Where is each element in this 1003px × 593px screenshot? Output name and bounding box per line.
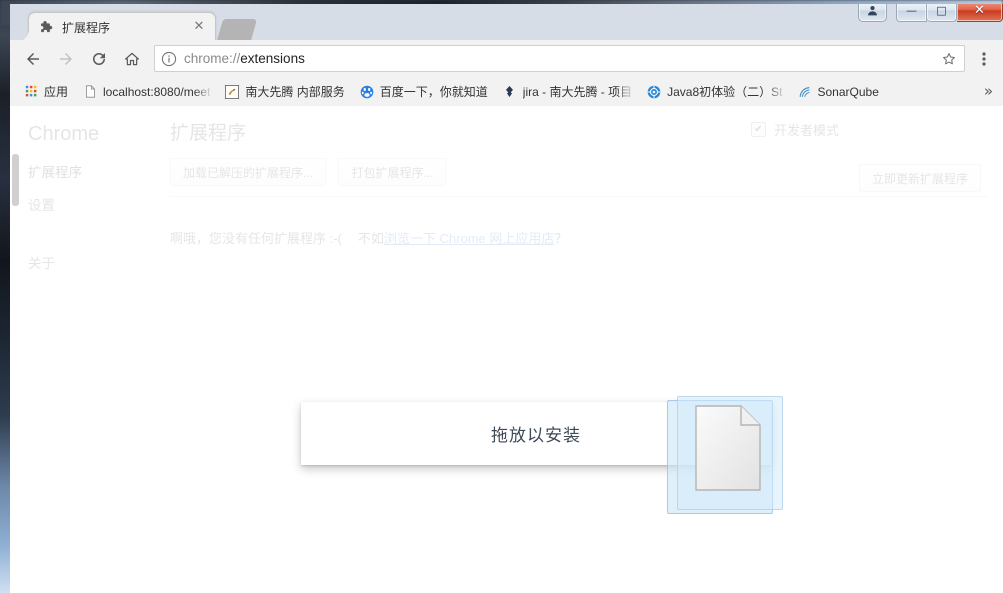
empty-state-suffix: ？: [554, 231, 568, 246]
bookmark-nandaxianteng[interactable]: 南大先腾 内部服务: [218, 81, 350, 103]
bookmark-localhost[interactable]: localhost:8080/meet: [76, 80, 217, 103]
window-caption-buttons: — □ ✕: [858, 4, 1003, 22]
user-account-button[interactable]: [858, 4, 887, 22]
bookmark-baidu[interactable]: 百度一下，你就知道: [353, 81, 494, 103]
forward-button[interactable]: [51, 44, 80, 73]
url-path: extensions: [240, 51, 305, 66]
close-icon[interactable]: ✕: [191, 19, 207, 36]
sidebar-item-extensions[interactable]: 扩展程序: [28, 161, 158, 181]
star-icon[interactable]: [940, 50, 958, 68]
tab-strip: 扩展程序 ✕ — □ ✕: [10, 4, 1003, 43]
bookmark-label: jira - 南大先腾 - 项目: [522, 85, 633, 99]
sonarqube-icon: [797, 84, 813, 100]
java-icon: [646, 84, 662, 100]
bookmarks-bar: 应用 localhost:8080/meet 南大先腾 内部服务 百度一下，你就…: [10, 77, 1003, 107]
empty-state-text: 啊哦，您没有任何扩展程序 :-(: [170, 231, 342, 246]
bookmark-jira[interactable]: jira - 南大先腾 - 项目: [496, 80, 639, 103]
document-file-icon: [695, 405, 761, 491]
drop-to-install-label: 拖放以安装: [491, 426, 581, 445]
maximize-button[interactable]: □: [927, 4, 957, 22]
close-window-button[interactable]: ✕: [957, 4, 1003, 22]
empty-state-prefix: 不如: [357, 231, 384, 246]
minimize-icon: —: [906, 4, 917, 17]
bookmark-label: 应用: [44, 85, 69, 99]
webstore-link[interactable]: 浏览一下 Chrome 网上应用店: [384, 231, 554, 246]
forward-arrow-icon: [59, 52, 72, 65]
extensions-sidebar: Chrome 扩展程序 设置 关于: [28, 120, 158, 272]
developer-mode-label: 开发者模式: [773, 123, 839, 138]
horse-icon: [224, 84, 240, 100]
close-window-icon: ✕: [974, 4, 985, 18]
sidebar-item-about[interactable]: 关于: [28, 252, 158, 272]
bookmark-apps[interactable]: 应用: [17, 81, 74, 103]
sidebar-item-settings[interactable]: 设置: [28, 194, 158, 214]
tab-title: 扩展程序: [62, 21, 111, 35]
three-dot-menu-icon: [982, 51, 986, 66]
minimize-button[interactable]: —: [896, 4, 927, 22]
back-button[interactable]: [18, 44, 47, 73]
bookmark-sonarqube[interactable]: SonarQube: [791, 81, 885, 103]
bookmark-label: Java8初体验（二）St: [667, 85, 783, 99]
extensions-page: Chrome 扩展程序 设置 关于 扩展程序 ✔ 开发者模式 加载已解压的扩展程…: [10, 106, 1003, 593]
tab-extensions[interactable]: 扩展程序 ✕: [16, 12, 216, 43]
url-scheme: chrome://: [184, 51, 241, 66]
maximize-icon: □: [936, 4, 947, 17]
reload-icon: [92, 52, 105, 65]
scrollbar-thumb[interactable]: [12, 154, 19, 206]
developer-mode-row[interactable]: ✔ 开发者模式: [750, 120, 839, 139]
extensions-main: 扩展程序: [170, 120, 989, 148]
browser-toolbar: chrome://extensions: [10, 40, 1003, 78]
bookmark-java8[interactable]: Java8初体验（二）St: [640, 80, 789, 103]
puzzle-piece-icon: [38, 20, 54, 36]
checkmark-icon: ✔: [754, 123, 763, 135]
home-button[interactable]: [117, 44, 146, 73]
address-bar-text: chrome://extensions: [184, 51, 305, 66]
info-circle-icon[interactable]: [161, 51, 177, 67]
bookmark-label: SonarQube: [817, 84, 879, 99]
page-title: 扩展程序: [170, 123, 247, 144]
apps-grid-icon: [23, 84, 39, 100]
new-tab-button[interactable]: [216, 19, 258, 41]
jira-icon: [502, 84, 518, 100]
address-bar[interactable]: chrome://extensions: [154, 45, 965, 72]
browser-window: 扩展程序 ✕ — □ ✕ chrome://extensions 应用 loca…: [10, 4, 1003, 593]
developer-mode-checkbox[interactable]: ✔: [750, 122, 766, 137]
bookmark-label: 南大先腾 内部服务: [245, 85, 345, 99]
chrome-menu-button[interactable]: [971, 44, 997, 73]
person-icon: [868, 5, 877, 16]
reload-button[interactable]: [84, 44, 113, 73]
chrome-brand-label: Chrome: [28, 123, 100, 145]
empty-state-message: 啊哦，您没有任何扩展程序 :-( 不如浏览一下 Chrome 网上应用店？: [170, 228, 567, 247]
bookmark-label: localhost:8080/meet: [103, 84, 211, 99]
baidu-icon: [359, 84, 375, 100]
bookmark-label: 百度一下，你就知道: [379, 85, 488, 99]
home-icon: [124, 52, 139, 65]
pack-extension-button[interactable]: 打包扩展程序...: [338, 158, 447, 186]
page-icon: [82, 84, 98, 100]
bookmarks-overflow-button[interactable]: »: [984, 84, 993, 99]
load-unpacked-button[interactable]: 加载已解压的扩展程序...: [170, 158, 327, 186]
back-arrow-icon: [26, 52, 39, 65]
update-extensions-now-button[interactable]: 立即更新扩展程序: [858, 164, 981, 192]
